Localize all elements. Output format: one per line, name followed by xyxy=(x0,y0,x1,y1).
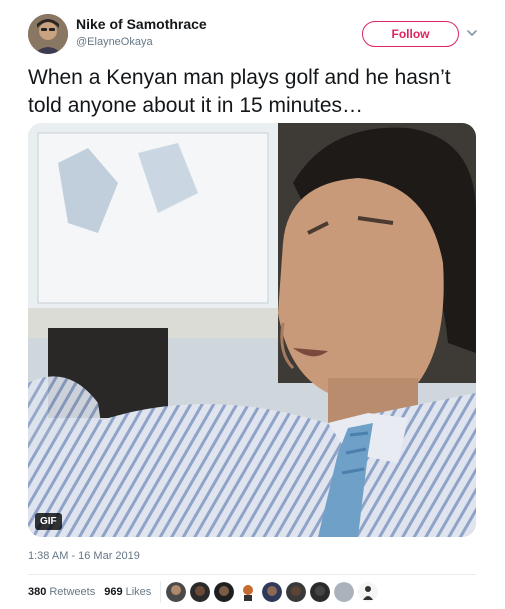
avatar-image xyxy=(28,14,68,54)
follow-button[interactable]: Follow xyxy=(362,21,459,47)
liker-avatar[interactable] xyxy=(262,582,282,602)
tweet-card: Nike of Samothrace @ElayneOkaya Follow W… xyxy=(0,0,505,609)
user-avatar[interactable] xyxy=(28,14,68,54)
user-handle[interactable]: @ElayneOkaya xyxy=(76,36,153,48)
gif-media[interactable]: GIF xyxy=(28,123,476,537)
chevron-down-icon[interactable] xyxy=(465,26,479,40)
liker-avatar[interactable] xyxy=(310,582,330,602)
tweet-stats: 380 Retweets 969 Likes xyxy=(28,586,151,598)
liker-avatar[interactable] xyxy=(358,582,378,602)
liker-avatar[interactable] xyxy=(334,582,354,602)
retweets-stat[interactable]: 380 Retweets xyxy=(28,586,95,598)
liker-avatar[interactable] xyxy=(238,582,258,602)
gif-frame-image xyxy=(28,123,476,537)
liker-avatars xyxy=(166,582,378,602)
liker-avatar[interactable] xyxy=(190,582,210,602)
stats-divider xyxy=(28,574,476,575)
liker-avatar[interactable] xyxy=(286,582,306,602)
tweet-text: When a Kenyan man plays golf and he hasn… xyxy=(28,66,451,117)
likes-count: 969 xyxy=(104,586,123,598)
liker-avatar[interactable] xyxy=(214,582,234,602)
tweet-timestamp[interactable]: 1:38 AM - 16 Mar 2019 xyxy=(28,550,140,562)
liker-avatar[interactable] xyxy=(166,582,186,602)
display-name[interactable]: Nike of Samothrace xyxy=(76,16,207,32)
retweets-count: 380 xyxy=(28,586,47,598)
likes-label: Likes xyxy=(125,586,152,598)
retweets-label: Retweets xyxy=(49,586,96,598)
gif-badge: GIF xyxy=(35,513,62,530)
stats-vertical-divider xyxy=(160,581,161,603)
likes-stat[interactable]: 969 Likes xyxy=(104,586,151,598)
